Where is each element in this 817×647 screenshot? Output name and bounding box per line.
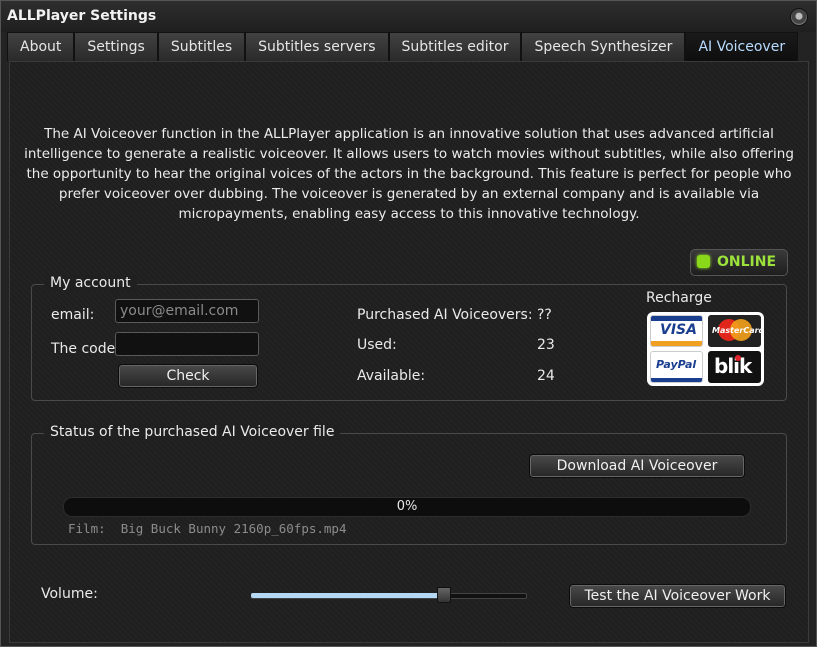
- download-progress-bar: 0%: [63, 497, 751, 517]
- purchased-value: ??: [537, 307, 552, 323]
- ai-voiceover-panel: The AI Voiceover function in the ALLPlay…: [9, 61, 809, 643]
- volume-thumb[interactable]: [437, 587, 451, 603]
- used-value: 23: [537, 337, 555, 353]
- film-info: Film: Big Buck Bunny 2160p_60fps.mp4: [68, 521, 346, 536]
- volume-fill: [251, 593, 443, 598]
- email-field[interactable]: [115, 299, 259, 323]
- progress-label: 0%: [396, 499, 418, 514]
- status-label: ONLINE: [717, 254, 777, 270]
- settings-window: ALLPlayer Settings About Settings Subtit…: [0, 0, 817, 647]
- film-name: Big Buck Bunny 2160p_60fps.mp4: [120, 521, 347, 536]
- volume-slider[interactable]: [251, 587, 527, 603]
- volume-label: Volume:: [41, 586, 98, 602]
- title-bar[interactable]: ALLPlayer Settings: [1, 1, 816, 32]
- test-voiceover-button[interactable]: Test the AI Voiceover Work: [569, 584, 786, 608]
- tab-subtitles-editor[interactable]: Subtitles editor: [388, 32, 522, 61]
- tab-bar: About Settings Subtitles Subtitles serve…: [7, 32, 799, 61]
- blik-icon[interactable]: blik: [708, 351, 761, 383]
- status-badge: ONLINE: [690, 249, 788, 276]
- download-voiceover-button[interactable]: Download AI Voiceover: [529, 454, 745, 478]
- check-button[interactable]: Check: [118, 364, 258, 388]
- email-label: email:: [51, 307, 95, 323]
- code-label: The code:: [51, 341, 120, 357]
- recharge-label: Recharge: [646, 290, 712, 306]
- available-value: 24: [537, 368, 555, 384]
- blik-label: blik: [714, 354, 752, 378]
- film-label: Film:: [68, 521, 106, 536]
- tab-settings[interactable]: Settings: [74, 32, 158, 61]
- account-legend: My account: [44, 275, 137, 291]
- paypal-icon[interactable]: PayPal: [650, 351, 703, 383]
- feature-description: The AI Voiceover function in the ALLPlay…: [24, 126, 794, 222]
- available-label: Available:: [357, 368, 426, 384]
- tab-speech-synthesizer[interactable]: Speech Synthesizer: [521, 32, 686, 61]
- paypal-label: PayPal: [656, 358, 697, 371]
- visa-icon[interactable]: VISA: [650, 315, 703, 347]
- mastercard-icon[interactable]: MasterCard: [708, 315, 761, 347]
- tab-subtitles-servers[interactable]: Subtitles servers: [245, 32, 389, 61]
- code-field[interactable]: [115, 332, 259, 356]
- window-title: ALLPlayer Settings: [7, 8, 157, 24]
- mastercard-label: MasterCard: [712, 326, 761, 335]
- close-icon[interactable]: [790, 8, 808, 26]
- used-label: Used:: [357, 337, 397, 353]
- purchased-label: Purchased AI Voiceovers:: [357, 307, 533, 323]
- status-led-icon: [697, 255, 710, 268]
- visa-label: VISA: [660, 322, 697, 338]
- recharge-payment-options[interactable]: VISA MasterCard PayPal blik: [647, 312, 764, 386]
- file-status-legend: Status of the purchased AI Voiceover fil…: [44, 424, 341, 440]
- tab-subtitles[interactable]: Subtitles: [157, 32, 246, 61]
- tab-about[interactable]: About: [7, 32, 75, 61]
- tab-ai-voiceover[interactable]: AI Voiceover: [685, 32, 799, 61]
